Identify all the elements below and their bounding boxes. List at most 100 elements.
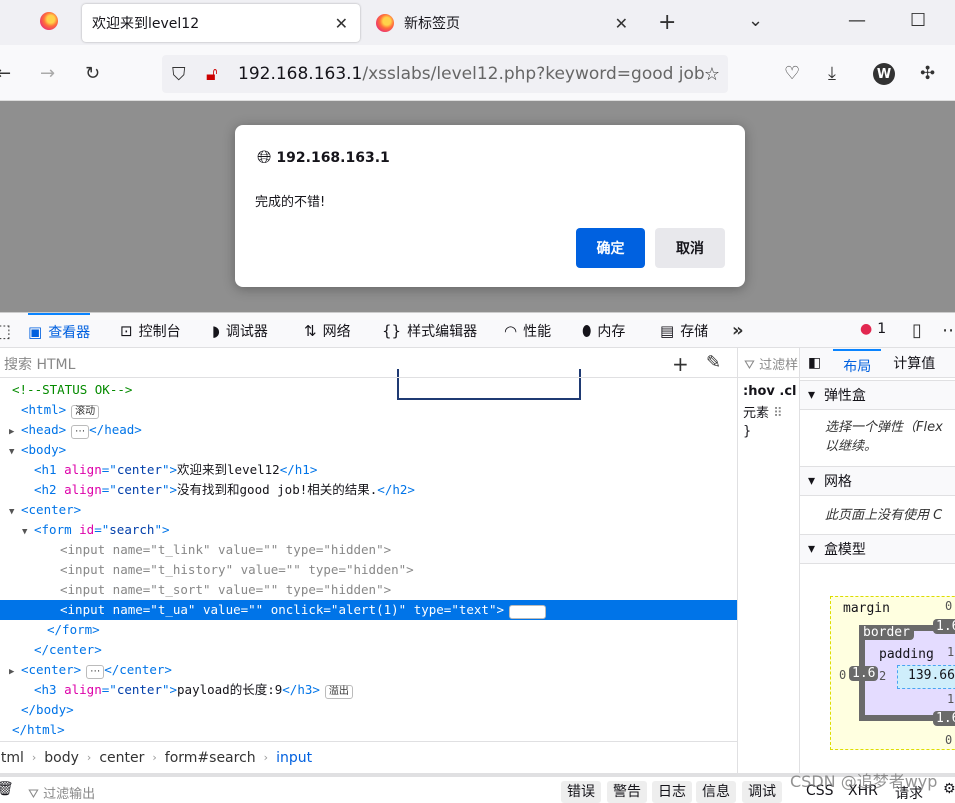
breadcrumb-item[interactable]: body [44, 750, 79, 766]
hov-toggle[interactable]: :hov [743, 384, 775, 399]
cls-toggle[interactable]: .cl [779, 384, 796, 399]
search-html-input[interactable]: 搜索 HTML + ✎ [0, 348, 737, 378]
margin-top[interactable]: 0 [945, 599, 952, 613]
tab-debugger[interactable]: ◗ 调试器 [212, 313, 268, 348]
bookmark-star-icon[interactable]: ☆ [703, 64, 720, 85]
shield-icon[interactable]: ⛉ [172, 64, 186, 85]
console-level-2[interactable]: 日志 [652, 781, 692, 803]
margin-bottom[interactable]: 0 [945, 733, 952, 747]
add-node-icon[interactable]: + [672, 352, 689, 376]
border-bottom[interactable]: 1.6 [933, 711, 955, 726]
markup-node[interactable]: <input name="t_history" value="" type="h… [0, 560, 737, 580]
markup-node[interactable]: ▼ <center> [0, 500, 737, 520]
markup-node[interactable]: ▶ <center> ⋯ </center> [0, 660, 737, 680]
tab-network[interactable]: ⇅ 网络 [304, 313, 351, 348]
box-model-content[interactable]: 139.66 [897, 665, 955, 689]
reload-icon[interactable]: ↻ [85, 63, 100, 84]
tab-console[interactable]: ⊡ 控制台 [120, 313, 181, 348]
tab-inspector[interactable]: ▣ 查看器 [28, 313, 91, 348]
border-top[interactable]: 1.6 [933, 619, 955, 634]
padding-top[interactable]: 1 [947, 645, 954, 659]
padding-left[interactable]: 2 [879, 669, 886, 683]
more-tabs-icon[interactable]: » [732, 320, 744, 341]
markup-token: center [116, 682, 162, 697]
trash-icon[interactable]: 🗑︎ [0, 781, 14, 797]
back-icon[interactable]: ← [0, 63, 11, 84]
close-tab-icon[interactable]: ✕ [335, 14, 348, 33]
markup-badge[interactable]: event [509, 605, 546, 619]
breadcrumb-item[interactable]: form#search [165, 750, 256, 766]
menu-icon[interactable]: ⋯ [942, 320, 955, 341]
url-bar[interactable]: ⛉ 🔓︎ 192.168.163.1/xsslabs/level12.php?k… [162, 55, 728, 93]
new-tab-icon[interactable]: + [658, 10, 676, 35]
breadcrumb-item[interactable]: html [0, 750, 24, 766]
tab-label: 网络 [322, 323, 351, 340]
tab-level12[interactable]: 欢迎来到level12 ✕ [82, 4, 360, 42]
expand-toggle-icon[interactable]: ▼ [22, 522, 34, 542]
eyedropper-icon[interactable]: ✎ [706, 352, 721, 373]
markup-node[interactable]: ▼ <body> [0, 440, 737, 460]
tab-label: 控制台 [138, 323, 181, 340]
markup-node[interactable]: </center> [0, 640, 737, 660]
tab-memory[interactable]: ⬮ 内存 [582, 313, 625, 348]
breadcrumb-item[interactable]: center [99, 750, 144, 766]
markup-badge[interactable]: 溢出 [324, 685, 353, 699]
markup-view: <!--STATUS OK--> <html> 滚动 ▶ <head> ⋯ </head> ▼… [0, 380, 737, 740]
markup-node[interactable]: </html> [0, 720, 737, 740]
box-model-section-header[interactable]: ▾ 盒模型 [800, 534, 955, 564]
sidebar-toggle-icon[interactable]: ◧ [808, 355, 821, 371]
border-left[interactable]: 1.6 [849, 666, 879, 681]
markup-node[interactable]: </body> [0, 700, 737, 720]
forward-icon[interactable]: → [40, 63, 55, 84]
responsive-design-icon[interactable]: ▯ [912, 320, 922, 341]
pocket-icon[interactable]: ♡ [784, 63, 800, 84]
pick-element-icon[interactable]: ⬚ [0, 321, 11, 342]
tab-layout[interactable]: 布局 [833, 349, 882, 376]
tab-performance[interactable]: ◠ 性能 [504, 313, 551, 348]
console-level-1[interactable]: 警告 [607, 781, 647, 803]
markup-node[interactable]: <input name="t_ua" value="" onclick="ale… [0, 600, 737, 620]
markup-node[interactable]: <h3 align="center">payload的长度:9</h3> 溢出 [0, 680, 737, 700]
ok-button[interactable]: 确定 [576, 228, 645, 268]
expand-toggle-icon[interactable]: ▶ [9, 662, 21, 682]
chevron-down-icon[interactable]: ⌄ [748, 10, 763, 31]
tab-style-editor[interactable]: {} 样式编辑器 [382, 313, 477, 348]
markup-node[interactable]: <h1 align="center">欢迎来到level12</h1> [0, 460, 737, 480]
account-avatar[interactable]: W [873, 63, 895, 85]
tab-computed[interactable]: 计算值 [893, 353, 935, 373]
firefox-icon [40, 12, 58, 30]
console-filter-input[interactable]: ⛛ 过滤输出 [28, 783, 95, 802]
maximize-icon[interactable]: ☐ [910, 10, 926, 31]
cancel-button[interactable]: 取消 [655, 228, 725, 268]
expand-toggle-icon[interactable]: ▶ [9, 422, 21, 442]
expand-toggle-icon[interactable]: ▼ [9, 442, 21, 462]
flexbox-section-header[interactable]: ▾ 弹性盒 [800, 380, 955, 410]
markup-node[interactable]: <!--STATUS OK--> [0, 380, 737, 400]
rules-filter-input[interactable]: ⛛ 过滤样 [738, 348, 799, 378]
grid-section-header[interactable]: ▾ 网格 [800, 466, 955, 496]
padding-bottom[interactable]: 1 [947, 692, 954, 706]
console-level-0[interactable]: 错误 [561, 781, 601, 803]
markup-node[interactable]: </form> [0, 620, 737, 640]
close-tab-icon[interactable]: ✕ [615, 14, 628, 33]
markup-node[interactable]: ▶ <head> ⋯ </head> [0, 420, 737, 440]
tab-storage[interactable]: ▤ 存储 [660, 313, 708, 348]
expand-toggle-icon[interactable]: ▼ [9, 502, 21, 522]
extensions-icon[interactable]: ✣ [920, 63, 935, 84]
console-level-4[interactable]: 调试 [742, 781, 782, 803]
minimize-icon[interactable]: — [848, 10, 866, 31]
markup-node[interactable]: <input name="t_link" value="" type="hidd… [0, 540, 737, 560]
markup-node[interactable]: <html> 滚动 [0, 400, 737, 420]
margin-left[interactable]: 0 [839, 668, 846, 682]
markup-node[interactable]: <h2 align="center">没有找到和good job!相关的结果.<… [0, 480, 737, 500]
error-count[interactable]: ● 1 [860, 321, 886, 337]
breadcrumb-item[interactable]: input [276, 750, 312, 766]
tab-new[interactable]: 新标签页 ✕ [366, 4, 640, 42]
insecure-lock-icon[interactable]: 🔓︎ [206, 64, 218, 85]
markup-node[interactable]: ▼ <form id="search"> [0, 520, 737, 540]
gear-icon[interactable]: ⚙ [943, 781, 955, 797]
console-level-3[interactable]: 信息 [696, 781, 736, 803]
markup-node[interactable]: <input name="t_sort" value="" type="hidd… [0, 580, 737, 600]
markup-badge[interactable]: 滚动 [71, 405, 100, 419]
download-icon[interactable]: ⤓ [828, 63, 836, 84]
